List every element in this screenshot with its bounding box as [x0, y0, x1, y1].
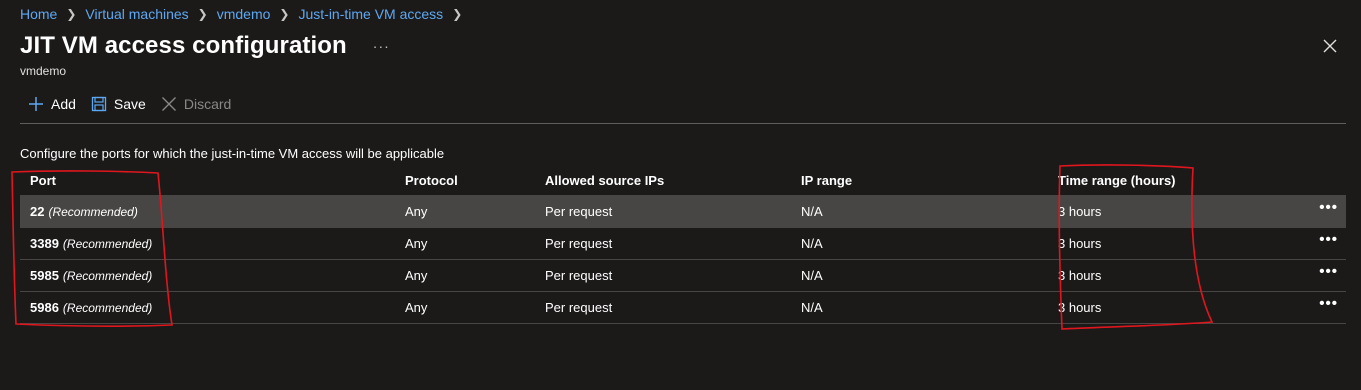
- chevron-right-icon: ❯: [279, 7, 290, 21]
- source-ips-cell: Per request: [545, 268, 613, 283]
- toolbar: Add Save Discard: [28, 96, 246, 112]
- save-button[interactable]: Save: [91, 96, 146, 112]
- chevron-right-icon: ❯: [66, 7, 77, 21]
- save-icon: [91, 96, 107, 112]
- port-recommended-tag: (Recommended): [62, 301, 153, 315]
- column-header-port[interactable]: Port: [20, 173, 405, 188]
- breadcrumb-home[interactable]: Home: [20, 6, 57, 22]
- chevron-right-icon: ❯: [197, 7, 208, 21]
- port-number: 5986: [30, 300, 59, 315]
- protocol-cell: Any: [405, 236, 428, 251]
- breadcrumb-virtual-machines[interactable]: Virtual machines: [85, 6, 188, 22]
- page-subtitle: vmdemo: [20, 64, 67, 78]
- close-icon: [1323, 39, 1337, 53]
- ip-range-cell: N/A: [801, 268, 823, 283]
- port-cell: 5985 (Recommended): [20, 268, 405, 283]
- port-number: 5985: [30, 268, 59, 283]
- ip-range-cell: N/A: [801, 300, 823, 315]
- add-button-label: Add: [51, 96, 76, 112]
- column-header-protocol[interactable]: Protocol: [405, 173, 545, 188]
- row-actions-cell: •••: [1308, 264, 1346, 279]
- table-header: Port Protocol Allowed source IPs IP rang…: [20, 166, 1346, 196]
- row-actions-cell: •••: [1308, 200, 1346, 215]
- page-title: JIT VM access configuration: [20, 32, 347, 59]
- table-row[interactable]: 3389 (Recommended) Any Per request N/A 3 …: [20, 228, 1346, 260]
- close-button[interactable]: [1322, 38, 1338, 54]
- column-header-source-ips[interactable]: Allowed source IPs: [545, 173, 801, 188]
- protocol-cell: Any: [405, 204, 428, 219]
- table-row[interactable]: 5985 (Recommended) Any Per request N/A 3 …: [20, 260, 1346, 292]
- port-number: 3389: [30, 236, 59, 251]
- source-ips-cell: Per request: [545, 204, 613, 219]
- row-more-button[interactable]: •••: [1319, 232, 1338, 247]
- time-range-cell: 3 hours: [1058, 204, 1102, 219]
- row-more-button[interactable]: •••: [1319, 200, 1338, 215]
- discard-icon: [161, 97, 176, 111]
- chevron-right-icon: ❯: [452, 7, 463, 21]
- row-actions-cell: •••: [1308, 296, 1346, 311]
- plus-icon: [29, 97, 43, 111]
- port-recommended-tag: (Recommended): [62, 269, 153, 283]
- save-button-label: Save: [113, 96, 146, 112]
- breadcrumb-vmdemo[interactable]: vmdemo: [217, 6, 271, 22]
- discard-button[interactable]: Discard: [161, 96, 231, 112]
- row-more-button[interactable]: •••: [1319, 264, 1338, 279]
- column-header-ip-range[interactable]: IP range: [801, 173, 1058, 188]
- breadcrumb-jit-access[interactable]: Just-in-time VM access: [298, 6, 443, 22]
- title-row: JIT VM access configuration ···: [20, 32, 390, 60]
- port-cell: 22 (Recommended): [20, 204, 405, 219]
- add-button[interactable]: Add: [28, 96, 76, 112]
- time-range-cell: 3 hours: [1058, 268, 1102, 283]
- table-row[interactable]: 5986 (Recommended) Any Per request N/A 3 …: [20, 292, 1346, 324]
- port-cell: 5986 (Recommended): [20, 300, 405, 315]
- discard-button-label: Discard: [183, 96, 232, 112]
- row-actions-cell: •••: [1308, 232, 1346, 247]
- row-more-button[interactable]: •••: [1319, 296, 1338, 311]
- ip-range-cell: N/A: [801, 204, 823, 219]
- ip-range-cell: N/A: [801, 236, 823, 251]
- source-ips-cell: Per request: [545, 300, 613, 315]
- toolbar-divider: [20, 123, 1346, 124]
- source-ips-cell: Per request: [545, 236, 613, 251]
- description-text: Configure the ports for which the just-i…: [20, 146, 445, 161]
- port-recommended-tag: (Recommended): [48, 205, 138, 219]
- port-number: 22: [30, 204, 45, 219]
- port-cell: 3389 (Recommended): [20, 236, 405, 251]
- time-range-cell: 3 hours: [1058, 300, 1102, 315]
- ports-table: Port Protocol Allowed source IPs IP rang…: [20, 166, 1346, 324]
- protocol-cell: Any: [405, 268, 428, 283]
- port-recommended-tag: (Recommended): [62, 237, 153, 251]
- protocol-cell: Any: [405, 300, 428, 315]
- column-header-time-range[interactable]: Time range (hours): [1058, 173, 1308, 188]
- more-options-button[interactable]: ···: [373, 38, 390, 54]
- breadcrumb: Home ❯ Virtual machines ❯ vmdemo ❯ Just-…: [20, 6, 471, 22]
- table-row[interactable]: 22 (Recommended) Any Per request N/A 3 ho…: [20, 196, 1346, 228]
- time-range-cell: 3 hours: [1058, 236, 1102, 251]
